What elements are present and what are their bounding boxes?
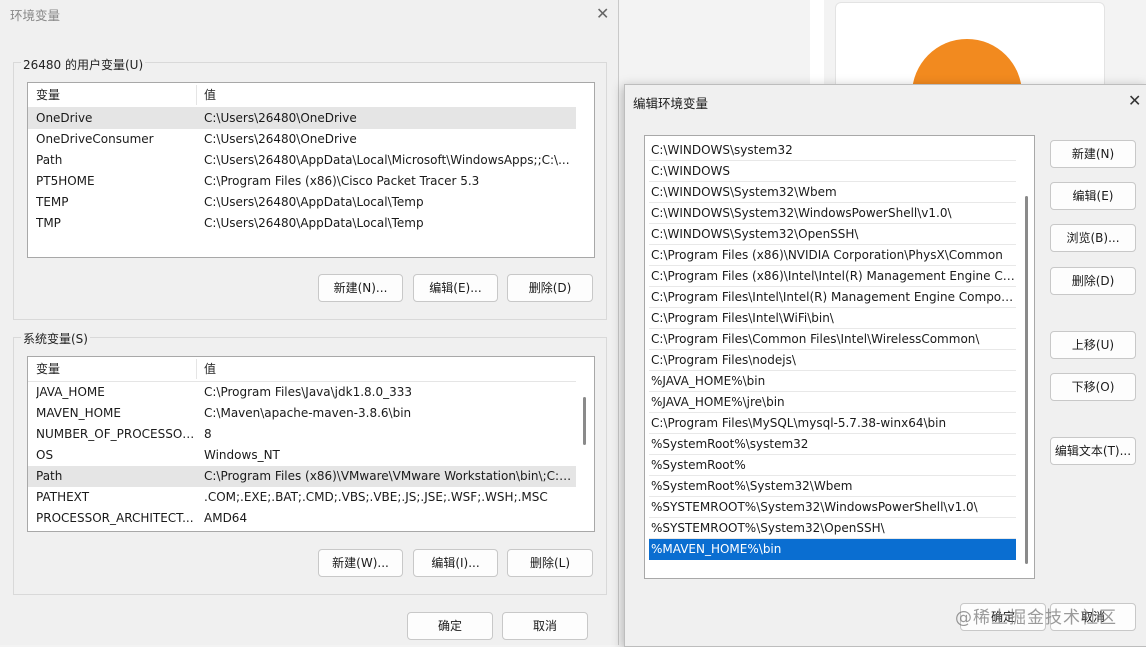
variable-value-cell: C:\Users\26480\OneDrive bbox=[204, 111, 357, 125]
cancel-button[interactable]: 取消 bbox=[502, 612, 588, 640]
variable-value-cell: C:\Program Files (x86)\Cisco Packet Trac… bbox=[204, 174, 480, 188]
move-down-button[interactable]: 下移(O) bbox=[1050, 373, 1136, 401]
table-row[interactable]: OneDrive C:\Users\26480\OneDrive bbox=[28, 108, 576, 129]
table-row[interactable]: OS Windows_NT bbox=[28, 445, 576, 466]
list-header: 变量 值 bbox=[28, 83, 576, 108]
table-row[interactable]: PATHEXT .COM;.EXE;.BAT;.CMD;.VBS;.VBE;.JS… bbox=[28, 487, 576, 508]
move-up-button[interactable]: 上移(U) bbox=[1050, 331, 1136, 359]
path-entry[interactable]: C:\Program Files\nodejs\ bbox=[649, 350, 1016, 371]
path-entry[interactable]: C:\Program Files\MySQL\mysql-5.7.38-winx… bbox=[649, 413, 1016, 434]
delete-path-button[interactable]: 删除(D) bbox=[1050, 267, 1136, 295]
variable-name-cell: PATHEXT bbox=[36, 490, 90, 504]
path-entry[interactable]: C:\WINDOWS bbox=[649, 161, 1016, 182]
path-entry[interactable]: %MAVEN_HOME%\bin bbox=[649, 539, 1016, 560]
path-entry[interactable]: %JAVA_HOME%\jre\bin bbox=[649, 392, 1016, 413]
list-header: 变量 值 bbox=[28, 357, 576, 382]
system-new-button[interactable]: 新建(W)... bbox=[318, 549, 403, 577]
variable-name-cell: PROCESSOR_ARCHITECT... bbox=[36, 511, 194, 525]
path-entry[interactable]: %SYSTEMROOT%\System32\OpenSSH\ bbox=[649, 518, 1016, 539]
variable-name-cell: Path bbox=[36, 153, 63, 167]
variable-value-cell: .COM;.EXE;.BAT;.CMD;.VBS;.VBE;.JS;.JSE;.… bbox=[204, 490, 548, 504]
variable-name-cell: OneDrive bbox=[36, 111, 93, 125]
variable-name-cell: TMP bbox=[36, 216, 61, 230]
variable-value-cell: AMD64 bbox=[204, 511, 248, 525]
variable-name-cell: OS bbox=[36, 448, 54, 462]
table-row[interactable]: TEMP C:\Users\26480\AppData\Local\Temp bbox=[28, 192, 576, 213]
path-entry[interactable]: C:\WINDOWS\System32\Wbem bbox=[649, 182, 1016, 203]
column-separator[interactable] bbox=[196, 85, 197, 105]
path-entry[interactable]: C:\Program Files (x86)\NVIDIA Corporatio… bbox=[649, 245, 1016, 266]
system-variables-list[interactable]: 变量 值 JAVA_HOME C:\Program Files\Java\jdk1… bbox=[27, 356, 595, 532]
path-entry-list[interactable]: C:\WINDOWS\system32 C:\WINDOWS C:\WINDOWS\… bbox=[644, 135, 1035, 579]
system-edit-button[interactable]: 编辑(I)... bbox=[413, 549, 498, 577]
variable-value-cell: C:\Maven\apache-maven-3.8.6\bin bbox=[204, 406, 412, 420]
variable-value-cell: C:\Program Files (x86)\VMware\VMware Wor… bbox=[204, 469, 572, 483]
path-entry[interactable]: C:\WINDOWS\system32 bbox=[649, 140, 1016, 161]
table-row[interactable]: Path C:\Users\26480\AppData\Local\Microso… bbox=[28, 150, 576, 171]
table-row[interactable]: TMP C:\Users\26480\AppData\Local\Temp bbox=[28, 213, 576, 234]
variable-name-cell: MAVEN_HOME bbox=[36, 406, 121, 420]
path-entry[interactable]: %SYSTEMROOT%\System32\WindowsPowerShell\… bbox=[649, 497, 1016, 518]
column-header-variable[interactable]: 变量 bbox=[30, 357, 198, 381]
path-entry[interactable]: C:\Program Files\Intel\Intel(R) Manageme… bbox=[649, 287, 1016, 308]
close-icon[interactable]: ✕ bbox=[1128, 93, 1141, 109]
path-list-scrollbar[interactable] bbox=[1023, 140, 1030, 574]
variable-name-cell: OneDriveConsumer bbox=[36, 132, 154, 146]
user-variables-label: 26480 的用户变量(U) bbox=[21, 56, 146, 73]
variable-value-cell: C:\Users\26480\AppData\Local\Temp bbox=[204, 216, 424, 230]
table-row[interactable]: PT5HOME C:\Program Files (x86)\Cisco Pack… bbox=[28, 171, 576, 192]
user-variables-list[interactable]: 变量 值 OneDrive C:\Users\26480\OneDrive OneD… bbox=[27, 82, 595, 258]
edit-environment-variable-dialog: 编辑环境变量 ✕ C:\WINDOWS\system32 C:\WINDOWS C:… bbox=[624, 84, 1146, 647]
path-entry[interactable]: C:\Program Files (x86)\Intel\Intel(R) Ma… bbox=[649, 266, 1016, 287]
path-entry[interactable]: %SystemRoot% bbox=[649, 455, 1016, 476]
column-separator[interactable] bbox=[196, 359, 197, 379]
path-entry[interactable]: C:\WINDOWS\System32\OpenSSH\ bbox=[649, 224, 1016, 245]
variable-value-cell: C:\Program Files\Java\jdk1.8.0_333 bbox=[204, 385, 413, 399]
dialog-title: 环境变量 bbox=[10, 8, 61, 23]
variable-value-cell: Windows_NT bbox=[204, 448, 280, 462]
watermark: @稀土掘金技术社区 bbox=[955, 608, 1117, 628]
variable-value-cell: C:\Users\26480\OneDrive bbox=[204, 132, 357, 146]
user-new-button[interactable]: 新建(N)... bbox=[318, 274, 403, 302]
column-header-value[interactable]: 值 bbox=[198, 357, 576, 381]
environment-variables-dialog: 环境变量 ✕ 26480 的用户变量(U) 变量 值 OneDrive C:\Us… bbox=[0, 0, 619, 645]
table-row[interactable]: MAVEN_HOME C:\Maven\apache-maven-3.8.6\bi… bbox=[28, 403, 576, 424]
variable-name-cell: PT5HOME bbox=[36, 174, 95, 188]
table-row[interactable]: PROCESSOR_ARCHITECT... AMD64 bbox=[28, 508, 576, 529]
table-row[interactable]: Path C:\Program Files (x86)\VMware\VMware… bbox=[28, 466, 576, 487]
table-row[interactable]: NUMBER_OF_PROCESSORS 8 bbox=[28, 424, 576, 445]
background-panel bbox=[810, 0, 824, 90]
system-variables-label: 系统变量(S) bbox=[21, 330, 90, 347]
table-row[interactable]: OneDriveConsumer C:\Users\26480\OneDrive bbox=[28, 129, 576, 150]
scrollbar-thumb[interactable] bbox=[1025, 196, 1028, 564]
column-header-variable[interactable]: 变量 bbox=[30, 83, 198, 107]
path-entry[interactable]: %JAVA_HOME%\bin bbox=[649, 371, 1016, 392]
table-row[interactable]: JAVA_HOME C:\Program Files\Java\jdk1.8.0_… bbox=[28, 382, 576, 403]
user-delete-button[interactable]: 删除(D) bbox=[507, 274, 593, 302]
new-path-button[interactable]: 新建(N) bbox=[1050, 140, 1136, 168]
variable-value-cell: C:\Users\26480\AppData\Local\Microsoft\W… bbox=[204, 153, 570, 167]
column-header-value[interactable]: 值 bbox=[198, 83, 576, 107]
scrollbar-thumb[interactable] bbox=[583, 397, 586, 445]
variable-name-cell: NUMBER_OF_PROCESSORS bbox=[36, 427, 198, 441]
dialog-title: 编辑环境变量 bbox=[633, 96, 709, 111]
path-entry[interactable]: C:\Program Files\Common Files\Intel\Wire… bbox=[649, 329, 1016, 350]
path-entry[interactable]: %SystemRoot%\system32 bbox=[649, 434, 1016, 455]
variable-name-cell: TEMP bbox=[36, 195, 69, 209]
variable-name-cell: Path bbox=[36, 469, 63, 483]
user-edit-button[interactable]: 编辑(E)... bbox=[413, 274, 498, 302]
browse-button[interactable]: 浏览(B)... bbox=[1050, 224, 1136, 252]
variable-value-cell: 8 bbox=[204, 427, 212, 441]
variable-value-cell: C:\Users\26480\AppData\Local\Temp bbox=[204, 195, 424, 209]
close-icon[interactable]: ✕ bbox=[596, 6, 609, 22]
system-delete-button[interactable]: 删除(L) bbox=[507, 549, 593, 577]
system-list-scrollbar[interactable] bbox=[581, 387, 588, 527]
variable-name-cell: JAVA_HOME bbox=[36, 385, 105, 399]
path-entry[interactable]: %SystemRoot%\System32\Wbem bbox=[649, 476, 1016, 497]
edit-path-button[interactable]: 编辑(E) bbox=[1050, 182, 1136, 210]
path-entry[interactable]: C:\Program Files\Intel\WiFi\bin\ bbox=[649, 308, 1016, 329]
edit-text-button[interactable]: 编辑文本(T)... bbox=[1050, 437, 1136, 465]
ok-button[interactable]: 确定 bbox=[407, 612, 493, 640]
path-entry[interactable]: C:\WINDOWS\System32\WindowsPowerShell\v1… bbox=[649, 203, 1016, 224]
